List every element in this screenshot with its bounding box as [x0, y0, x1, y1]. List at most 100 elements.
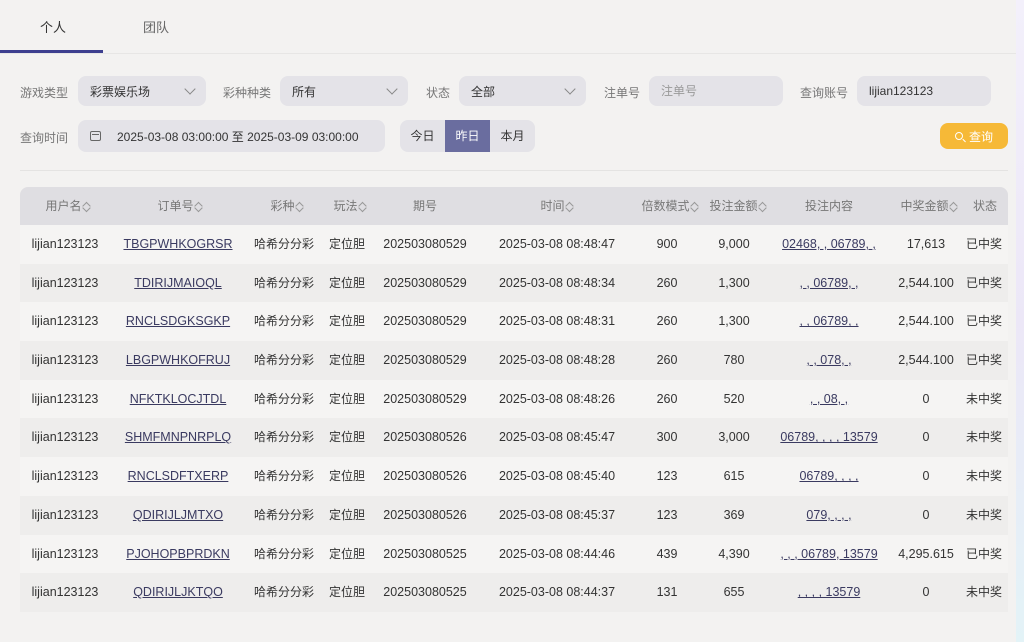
table-header: 用户名 订单号 彩种 玩法 期号 时间 倍数模式 投注金额 投注内容 中奖金额 …	[20, 187, 1008, 225]
cell-win-amount: 2,544.100	[898, 314, 954, 329]
cell-bet-amount: 615	[723, 469, 745, 484]
table-body: lijian123123 TBGPWHKOGRSR 哈希分分彩 定位胆 20250308…	[20, 225, 1008, 612]
cell-bet-amount: 3,000	[718, 430, 750, 445]
cell-status: 未中奖	[965, 507, 1003, 522]
cell-bet-amount: 520	[723, 391, 745, 406]
cell-order-number[interactable]: NFKTKLOCJTDL	[130, 380, 227, 419]
cell-multiplier: 260	[656, 314, 678, 329]
cell-multiplier: 123	[656, 469, 678, 484]
lottery-kind-select[interactable]: 所有	[280, 76, 408, 106]
header-multiplier[interactable]: 倍数模式	[641, 187, 698, 225]
cell-status: 未中奖	[965, 585, 1003, 600]
cell-lottery: 哈希分分彩	[253, 546, 315, 561]
query-time-label: 查询时间	[20, 131, 69, 145]
cell-time: 2025-03-08 08:45:37	[498, 507, 616, 522]
cell-play-method: 定位胆	[328, 314, 366, 329]
cell-username: lijian123123	[31, 585, 99, 600]
cell-play-method: 定位胆	[328, 237, 366, 251]
header-status: 状态	[972, 199, 998, 213]
cell-period: 202503080525	[383, 546, 467, 561]
bet-records-table: 用户名 订单号 彩种 玩法 期号 时间 倍数模式 投注金额 投注内容 中奖金额 …	[20, 187, 1008, 612]
cell-bet-content[interactable]: 02468, , 06789, ,	[782, 225, 876, 264]
cell-order-number[interactable]: LBGPWHKOFRUJ	[126, 341, 230, 380]
tab-team[interactable]: 团队	[143, 17, 169, 36]
query-account-label: 查询账号	[800, 86, 849, 100]
table-row: lijian123123 LBGPWHKOFRUJ 哈希分分彩 定位胆 20250308…	[20, 341, 1008, 380]
this-month-button[interactable]: 本月	[490, 120, 535, 152]
yesterday-button[interactable]: 昨日	[445, 120, 490, 152]
cell-bet-content[interactable]: , , 06789, ,	[799, 302, 858, 341]
query-account-input[interactable]: lijian123123	[857, 76, 991, 106]
header-period: 期号	[412, 199, 438, 213]
cell-time: 2025-03-08 08:48:34	[498, 275, 616, 290]
cell-period: 202503080526	[383, 507, 467, 522]
table-row: lijian123123 RNCLSDFTXERP 哈希分分彩 定位胆 20250308…	[20, 457, 1008, 496]
cell-order-number[interactable]: RNCLSDGKSGKP	[126, 302, 230, 341]
cell-win-amount: 0	[922, 469, 930, 484]
cell-win-amount: 0	[922, 391, 930, 406]
cell-time: 2025-03-08 08:45:47	[498, 430, 616, 445]
cell-bet-content[interactable]: , , 08, ,	[810, 380, 848, 419]
header-play-method[interactable]: 玩法	[333, 187, 366, 225]
order-number-input[interactable]	[649, 76, 783, 106]
header-bet-amount[interactable]: 投注金额	[709, 187, 766, 225]
header-order-number[interactable]: 订单号	[157, 187, 202, 225]
cell-time: 2025-03-08 08:48:31	[498, 314, 616, 329]
cell-bet-amount: 9,000	[718, 237, 750, 251]
cell-bet-content[interactable]: 079, , , ,	[806, 496, 851, 535]
header-lottery[interactable]: 彩种	[270, 187, 303, 225]
sort-icon	[567, 201, 574, 213]
cell-bet-content[interactable]: , , , , 13579	[798, 573, 861, 612]
chevron-down-icon	[564, 83, 576, 95]
cell-win-amount: 2,544.100	[898, 353, 954, 368]
table-row: lijian123123 TDIRIJMAIOQL 哈希分分彩 定位胆 20250308…	[20, 263, 1008, 303]
cell-bet-content[interactable]: 06789, , , , 13579	[780, 418, 877, 457]
cell-order-number[interactable]: RNCLSDFTXERP	[128, 457, 229, 496]
cell-status: 已中奖	[965, 353, 1003, 368]
cell-lottery: 哈希分分彩	[253, 469, 315, 484]
cell-order-number[interactable]: SHMFMNPNRPLQ	[125, 418, 231, 457]
cell-order-number[interactable]: TDIRIJMAIOQL	[134, 264, 222, 303]
filter-divider	[20, 170, 1008, 171]
cell-bet-content[interactable]: , , 06789, ,	[799, 264, 858, 303]
cell-period: 202503080526	[383, 430, 467, 445]
today-button[interactable]: 今日	[400, 120, 445, 152]
cell-order-number[interactable]: QDIRIJLJKTQO	[133, 573, 223, 612]
header-time[interactable]: 时间	[540, 187, 573, 225]
table-row: lijian123123 NFKTKLOCJTDL 哈希分分彩 定位胆 20250308…	[20, 379, 1008, 419]
calendar-icon	[90, 131, 101, 141]
status-select[interactable]: 全部	[459, 76, 586, 106]
sort-icon	[692, 201, 699, 213]
header-username[interactable]: 用户名	[45, 187, 90, 225]
cell-win-amount: 2,544.100	[898, 275, 954, 290]
cell-win-amount: 17,613	[906, 237, 946, 251]
sort-icon	[297, 201, 304, 213]
date-range-picker[interactable]: 2025-03-08 03:00:00 至 2025-03-09 03:00:0…	[78, 120, 385, 152]
header-win-amount[interactable]: 中奖金额	[900, 187, 957, 225]
cell-multiplier: 260	[656, 391, 678, 406]
cell-period: 202503080529	[383, 237, 467, 251]
cell-order-number[interactable]: QDIRIJLJMTXO	[133, 496, 223, 535]
lottery-kind-value: 所有	[292, 84, 317, 99]
table-row: lijian123123 RNCLSDGKSGKP 哈希分分彩 定位胆 20250308…	[20, 302, 1008, 342]
lottery-kind-label: 彩种种类	[223, 86, 272, 100]
status-label: 状态	[426, 86, 451, 100]
table-row: lijian123123 QDIRIJLJKTQO 哈希分分彩 定位胆 20250308…	[20, 573, 1008, 612]
cell-lottery: 哈希分分彩	[253, 391, 315, 406]
tab-personal[interactable]: 个人	[40, 17, 66, 36]
right-edge-strip	[1016, 0, 1024, 642]
cell-bet-content[interactable]: , , , 06789, 13579	[780, 535, 877, 574]
cell-bet-amount: 369	[723, 507, 745, 522]
cell-win-amount: 0	[922, 507, 930, 522]
cell-status: 已中奖	[965, 237, 1003, 251]
cell-bet-content[interactable]: 06789, , , ,	[799, 457, 858, 496]
cell-username: lijian123123	[31, 469, 99, 484]
cell-multiplier: 131	[656, 585, 678, 600]
game-type-select[interactable]: 彩票娱乐场	[78, 76, 206, 106]
cell-order-number[interactable]: TBGPWHKOGRSR	[123, 225, 232, 264]
cell-order-number[interactable]: PJOHOPBPRDKN	[126, 535, 230, 574]
table-row: lijian123123 SHMFMNPNRPLQ 哈希分分彩 定位胆 20250308…	[20, 418, 1008, 458]
query-button[interactable]: 查询	[940, 123, 1008, 149]
cell-bet-content[interactable]: , , 078, ,	[806, 341, 851, 380]
sort-icon	[760, 201, 767, 213]
